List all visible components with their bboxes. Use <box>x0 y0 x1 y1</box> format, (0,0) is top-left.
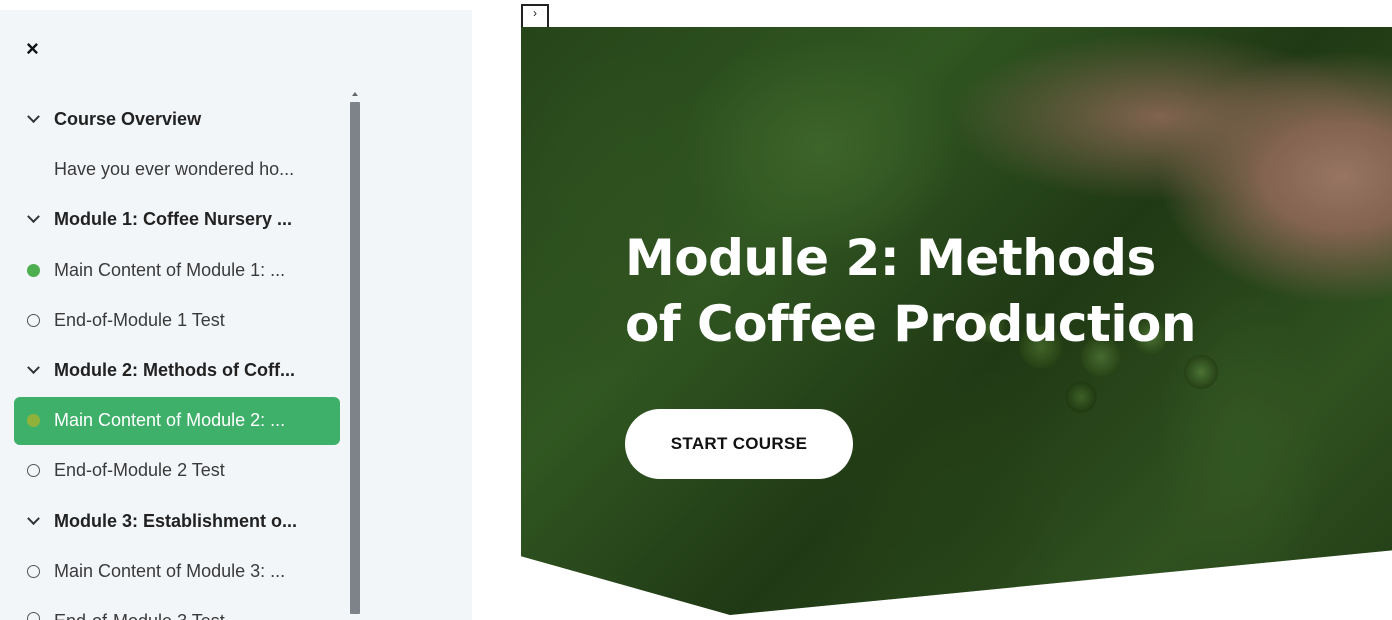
section-label: Course Overview <box>54 108 202 129</box>
lesson-label: Have you ever wondered ho... <box>54 158 295 179</box>
hero-title: Module 2: Methods of Coffee Production <box>625 229 1196 353</box>
scrollbar-thumb[interactable] <box>350 102 360 614</box>
lesson-label: End-of-Module 2 Test <box>54 460 225 481</box>
empty-circle-icon <box>26 565 40 579</box>
lesson-module-2-test[interactable]: End-of-Module 2 Test <box>14 446 340 496</box>
empty-circle-icon <box>26 612 40 620</box>
lesson-label: Main Content of Module 2: ... <box>54 410 286 431</box>
lesson-module-3-test[interactable]: End-of-Module 3 Test <box>14 597 340 620</box>
top-strip <box>0 0 472 10</box>
lesson-label: End-of-Module 1 Test <box>54 309 225 330</box>
course-hero-banner: Module 2: Methods of Coffee Production S… <box>521 27 1392 615</box>
lesson-intro[interactable]: Have you ever wondered ho... <box>14 144 340 194</box>
lesson-label: End-of-Module 3 Test <box>54 611 225 620</box>
section-label: Module 2: Methods of Coff... <box>54 360 295 381</box>
chevron-down-icon <box>26 512 40 528</box>
section-label: Module 1: Coffee Nursery ... <box>54 209 293 230</box>
chevron-down-icon <box>26 210 40 227</box>
empty-circle-icon <box>26 464 40 478</box>
chevron-down-icon <box>26 361 40 378</box>
lesson-module-1-test[interactable]: End-of-Module 1 Test <box>14 295 340 345</box>
section-label: Module 3: Establishment o... <box>54 510 298 531</box>
lesson-module-1-main[interactable]: Main Content of Module 1: ... <box>14 245 340 295</box>
lesson-label: Main Content of Module 1: ... <box>54 259 286 280</box>
section-module-2[interactable]: Module 2: Methods of Coff... <box>14 345 340 395</box>
chevron-down-icon <box>26 109 40 126</box>
in-progress-dot-icon <box>26 414 40 428</box>
lesson-module-2-main[interactable]: Main Content of Module 2: ... <box>14 396 340 445</box>
section-course-overview[interactable]: Course Overview <box>14 94 340 144</box>
scroll-up-icon[interactable] <box>352 92 358 96</box>
section-module-3[interactable]: Module 3: Establishment o... <box>14 496 340 546</box>
completed-dot-icon <box>26 263 40 277</box>
empty-circle-icon <box>26 313 40 327</box>
sidebar-toggle-button[interactable]: › <box>521 4 549 27</box>
course-outline-list: Course Overview Have you ever wondered h… <box>14 94 340 620</box>
course-outline-sidebar: × Course Overview Have you ever wondered… <box>0 10 472 620</box>
sidebar-scrollbar[interactable] <box>348 92 362 614</box>
lesson-label: Main Content of Module 3: ... <box>54 561 286 582</box>
close-icon[interactable]: × <box>26 38 48 60</box>
lesson-module-3-main[interactable]: Main Content of Module 3: ... <box>14 546 340 596</box>
section-module-1[interactable]: Module 1: Coffee Nursery ... <box>14 195 340 245</box>
start-course-button[interactable]: START COURSE <box>625 409 853 479</box>
